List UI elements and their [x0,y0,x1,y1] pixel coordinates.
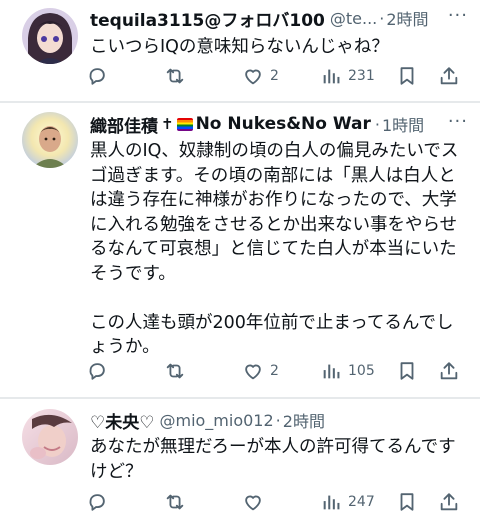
reply-icon [89,494,105,511]
user-handle[interactable]: @te... [330,9,377,28]
tweet-text: 黒人のIQ、奴隷制の頃の白人の偏見みたいでス ゴ過ぎます。その頃の南部には「黒人… [90,139,466,360]
tweet-text-line: るなんて可哀想」と信じてた白人が本当にいた [90,239,457,259]
tweet-text-line: ゴ過ぎます。その頃の南部には「黒人は白人と [90,165,456,186]
share-button[interactable] [438,488,460,516]
reply-button[interactable] [86,357,108,385]
avatar[interactable] [22,409,78,465]
bookmark-button[interactable] [396,488,418,516]
more-options-icon[interactable]: ··· [448,111,468,132]
user-handle[interactable]: @mio_mio012 [159,411,273,430]
tweet-text-line: あなたが無理だろーが本人の許可得てるんです [90,437,456,457]
share-icon [440,362,458,380]
views-icon [323,69,340,84]
tweet-text-line: ょうか。 [90,337,160,357]
tweet-text-line: そうです。 [90,263,176,284]
like-icon [245,495,261,511]
cross-emoji-icon: ✝ [161,115,174,133]
action-bar: 2 105 [86,357,470,385]
like-button[interactable]: 2 [242,357,279,385]
reply-button[interactable] [86,488,108,516]
timestamp[interactable]: 2時間 [386,6,428,30]
tweet-text-line: この人達も頭が200年位前で止まってるんでし [90,312,454,333]
tweet-2[interactable]: 織部佳積 ✝ No Nukes&No War · 1時間 ··· 黒人のIQ、奴… [0,103,480,393]
retweet-icon [166,494,184,510]
retweet-icon [166,68,184,84]
like-count: 2 [270,68,279,84]
retweet-button[interactable] [164,488,186,516]
reply-icon [89,68,105,85]
tweet-3[interactable]: ♡未央♡ @mio_mio012 · 2時間 あなたが無理だろーが本人の許可得て… [0,399,480,527]
retweet-button[interactable] [164,357,186,385]
share-button[interactable] [438,62,460,90]
tweet-text-line: こいつらIQの意味知らないんじゃね？ [90,37,389,57]
display-name[interactable]: ♡未央♡ [90,408,154,433]
share-button[interactable] [438,357,460,385]
separator-dot: · [275,410,281,430]
share-icon [440,493,458,511]
tweet-text-line: に入れる勉強をさせるとか出来ない事をやらせ [90,214,458,235]
like-count: 2 [270,363,279,379]
tweet-1[interactable]: tequila3115@フォロバ100 @te... · 2時間 ··· こいつ… [0,0,480,100]
views-button[interactable]: 247 [320,488,375,516]
like-icon [245,69,261,85]
tweet-text-line: けど？ [90,461,143,482]
avatar[interactable] [22,8,78,64]
reply-icon [89,363,105,380]
tweet-text-line: 黒人のIQ、奴隷制の頃の白人の偏見みたいでス [90,141,459,161]
action-bar: 247 [86,488,470,516]
separator-dot: · [374,114,380,134]
tweet-text-line [90,286,466,311]
like-button[interactable] [242,488,264,516]
bookmark-button[interactable] [396,357,418,385]
separator-dot: · [379,8,385,28]
avatar[interactable] [22,112,78,168]
bookmark-icon [400,493,414,511]
display-name-suffix[interactable]: No Nukes&No War [196,114,371,134]
views-button[interactable]: 105 [320,357,375,385]
like-button[interactable]: 2 [242,62,279,90]
retweet-button[interactable] [164,62,186,90]
retweet-icon [166,363,184,379]
views-count: 247 [348,494,375,510]
views-count: 231 [348,68,375,84]
action-bar: 2 231 [86,62,470,90]
rainbow-flag-icon [176,117,193,131]
bookmark-icon [400,362,414,380]
bookmark-button[interactable] [396,62,418,90]
bookmark-icon [400,67,414,85]
views-count: 105 [348,363,375,379]
display-name[interactable]: tequila3115@フォロバ100 [90,6,325,31]
tweet-text-line: は違う存在に神様がお作りになったので、大学 [90,190,457,210]
share-icon [440,67,458,85]
like-icon [245,364,261,380]
views-icon [323,364,340,379]
timestamp[interactable]: 1時間 [382,112,424,136]
reply-button[interactable] [86,62,108,90]
views-button[interactable]: 231 [320,62,375,90]
views-icon [323,495,340,510]
tweet-text: こいつらIQの意味知らないんじゃね？ [90,35,466,60]
more-options-icon[interactable]: ··· [448,5,468,26]
display-name[interactable]: 織部佳積 [90,112,158,137]
tweet-text: あなたが無理だろーが本人の許可得てるんです けど？ [90,435,466,484]
timestamp[interactable]: 2時間 [283,408,325,432]
